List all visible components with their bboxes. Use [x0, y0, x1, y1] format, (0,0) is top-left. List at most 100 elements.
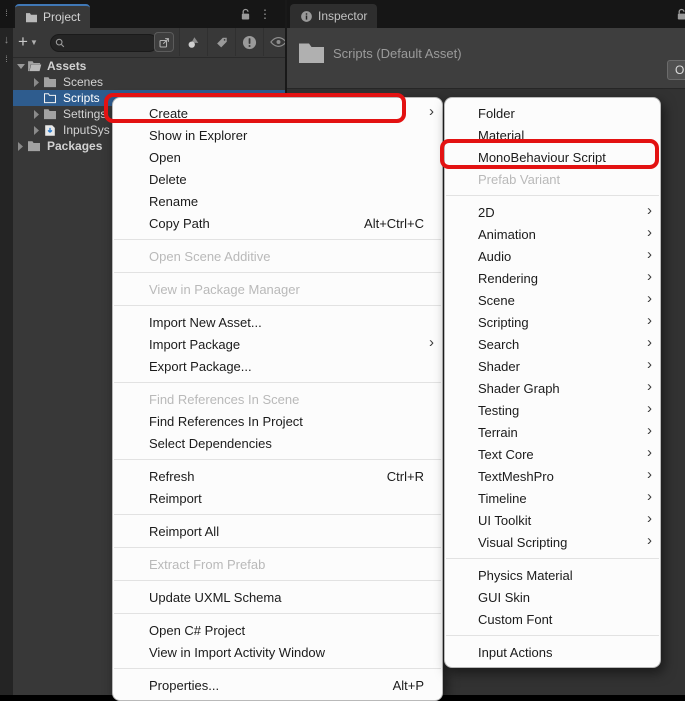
menu-separator: [114, 514, 441, 515]
twisty-icon[interactable]: [33, 78, 43, 87]
submenu-item-shader-graph[interactable]: Shader Graph ›: [445, 377, 660, 399]
info-icon: [300, 10, 313, 23]
submenu-item-label: Custom Font: [478, 612, 646, 627]
submenu-item-label: Folder: [478, 106, 646, 121]
submenu-item-scene[interactable]: Scene ›: [445, 289, 660, 311]
submenu-item-label: Animation: [478, 227, 646, 242]
search-input[interactable]: [68, 36, 142, 50]
input-actions-icon: [43, 123, 59, 137]
tree-item-scenes[interactable]: Scenes: [13, 74, 285, 90]
submenu-item-label: Text Core: [478, 447, 646, 462]
submenu-item-visual-scripting[interactable]: Visual Scripting ›: [445, 531, 660, 553]
menu-item-select-dependencies[interactable]: Select Dependencies: [113, 432, 442, 454]
menu-item-update-uxml-schema[interactable]: Update UXML Schema: [113, 586, 442, 608]
menu-separator: [114, 547, 441, 548]
submenu-item-prefab-variant[interactable]: Prefab Variant: [445, 168, 660, 190]
twisty-icon[interactable]: [33, 126, 43, 135]
menu-separator: [446, 635, 659, 636]
down-arrow-icon[interactable]: ↓: [0, 34, 13, 46]
submenu-item-audio[interactable]: Audio ›: [445, 245, 660, 267]
menu-item-reimport-all[interactable]: Reimport All: [113, 520, 442, 542]
menu-item-label: Show in Explorer: [149, 128, 424, 143]
submenu-item-folder[interactable]: Folder: [445, 102, 660, 124]
submenu-arrow-icon: ›: [647, 378, 652, 395]
menu-item-extract-from-prefab[interactable]: Extract From Prefab: [113, 553, 442, 575]
menu-item-view-in-import-activity-window[interactable]: View in Import Activity Window: [113, 641, 442, 663]
menu-item-open[interactable]: Open: [113, 146, 442, 168]
dropdown-caret-icon: ▼: [30, 38, 38, 47]
tab-project[interactable]: Project: [15, 4, 90, 28]
unlock-icon[interactable]: [240, 8, 251, 21]
submenu-arrow-icon: ›: [647, 268, 652, 285]
project-tab-label: Project: [43, 10, 80, 24]
submenu-item-label: MonoBehaviour Script: [478, 150, 646, 165]
menu-item-import-new-asset[interactable]: Import New Asset...: [113, 311, 442, 333]
menu-item-label: Export Package...: [149, 359, 424, 374]
menu-item-open-scene-additive[interactable]: Open Scene Additive: [113, 245, 442, 267]
submenu-item-textmeshpro[interactable]: TextMeshPro ›: [445, 465, 660, 487]
inspector-asset-title: Scripts (Default Asset): [333, 46, 462, 61]
submenu-item-rendering[interactable]: Rendering ›: [445, 267, 660, 289]
tab-inspector[interactable]: Inspector: [290, 4, 377, 28]
context-menu: Create › Show in Explorer Open Delete Re…: [112, 97, 443, 701]
submenu-item-timeline[interactable]: Timeline ›: [445, 487, 660, 509]
menu-item-create[interactable]: Create ›: [113, 102, 442, 124]
submenu-item-search[interactable]: Search ›: [445, 333, 660, 355]
submenu-item-custom-font[interactable]: Custom Font: [445, 608, 660, 630]
submenu-item-label: Physics Material: [478, 568, 646, 583]
menu-item-delete[interactable]: Delete: [113, 168, 442, 190]
submenu-item-gui-skin[interactable]: GUI Skin: [445, 586, 660, 608]
submenu-item-testing[interactable]: Testing ›: [445, 399, 660, 421]
submenu-item-2d[interactable]: 2D ›: [445, 201, 660, 223]
filter-by-label-button[interactable]: [207, 28, 235, 56]
menu-separator: [114, 382, 441, 383]
create-asset-button[interactable]: +▼: [18, 31, 44, 53]
submenu-item-ui-toolkit[interactable]: UI Toolkit ›: [445, 509, 660, 531]
submenu-item-physics-material[interactable]: Physics Material: [445, 564, 660, 586]
submenu-item-scripting[interactable]: Scripting ›: [445, 311, 660, 333]
menu-item-rename[interactable]: Rename: [113, 190, 442, 212]
menu-separator: [446, 195, 659, 196]
twisty-icon[interactable]: [33, 110, 43, 119]
twisty-icon[interactable]: [17, 63, 27, 70]
submenu-item-label: Search: [478, 337, 646, 352]
submenu-item-label: UI Toolkit: [478, 513, 646, 528]
menu-item-properties[interactable]: Properties... Alt+P: [113, 674, 442, 696]
menu-item-import-package[interactable]: Import Package ›: [113, 333, 442, 355]
search-field[interactable]: [50, 34, 158, 52]
open-button[interactable]: Open: [667, 60, 685, 80]
plus-icon: +: [18, 32, 28, 52]
submenu-arrow-icon: ›: [647, 224, 652, 241]
menu-item-open-c-project[interactable]: Open C# Project: [113, 619, 442, 641]
submenu-item-animation[interactable]: Animation ›: [445, 223, 660, 245]
submenu-arrow-icon: ›: [647, 510, 652, 527]
menu-item-find-references-in-scene[interactable]: Find References In Scene: [113, 388, 442, 410]
menu-item-refresh[interactable]: Refresh Ctrl+R: [113, 465, 442, 487]
alert-filter-button[interactable]: [235, 28, 263, 56]
search-target-picker-button[interactable]: [154, 32, 174, 52]
kebab-icon[interactable]: ⁞: [0, 54, 13, 64]
menu-item-show-in-explorer[interactable]: Show in Explorer: [113, 124, 442, 146]
submenu-item-shader[interactable]: Shader ›: [445, 355, 660, 377]
submenu-item-label: Visual Scripting: [478, 535, 646, 550]
submenu-item-text-core[interactable]: Text Core ›: [445, 443, 660, 465]
menu-item-view-in-package-manager[interactable]: View in Package Manager: [113, 278, 442, 300]
submenu-item-terrain[interactable]: Terrain ›: [445, 421, 660, 443]
tree-item-assets[interactable]: Assets: [13, 58, 285, 74]
menu-separator: [114, 613, 441, 614]
twisty-icon[interactable]: [17, 142, 27, 151]
submenu-item-label: Scripting: [478, 315, 646, 330]
more-menu-icon[interactable]: ⋮: [259, 7, 271, 21]
submenu-item-material[interactable]: Material: [445, 124, 660, 146]
menu-item-find-references-in-project[interactable]: Find References In Project: [113, 410, 442, 432]
submenu-arrow-icon: ›: [647, 312, 652, 329]
submenu-item-monobehaviour-script[interactable]: MonoBehaviour Script: [445, 146, 660, 168]
submenu-arrow-icon: ›: [647, 488, 652, 505]
menu-item-export-package[interactable]: Export Package...: [113, 355, 442, 377]
filter-by-type-button[interactable]: [179, 28, 207, 56]
inspector-unlock-icon[interactable]: [676, 8, 685, 21]
tree-item-label: Settings: [63, 107, 106, 121]
menu-item-copy-path[interactable]: Copy Path Alt+Ctrl+C: [113, 212, 442, 234]
menu-item-reimport[interactable]: Reimport: [113, 487, 442, 509]
submenu-item-input-actions[interactable]: Input Actions: [445, 641, 660, 663]
